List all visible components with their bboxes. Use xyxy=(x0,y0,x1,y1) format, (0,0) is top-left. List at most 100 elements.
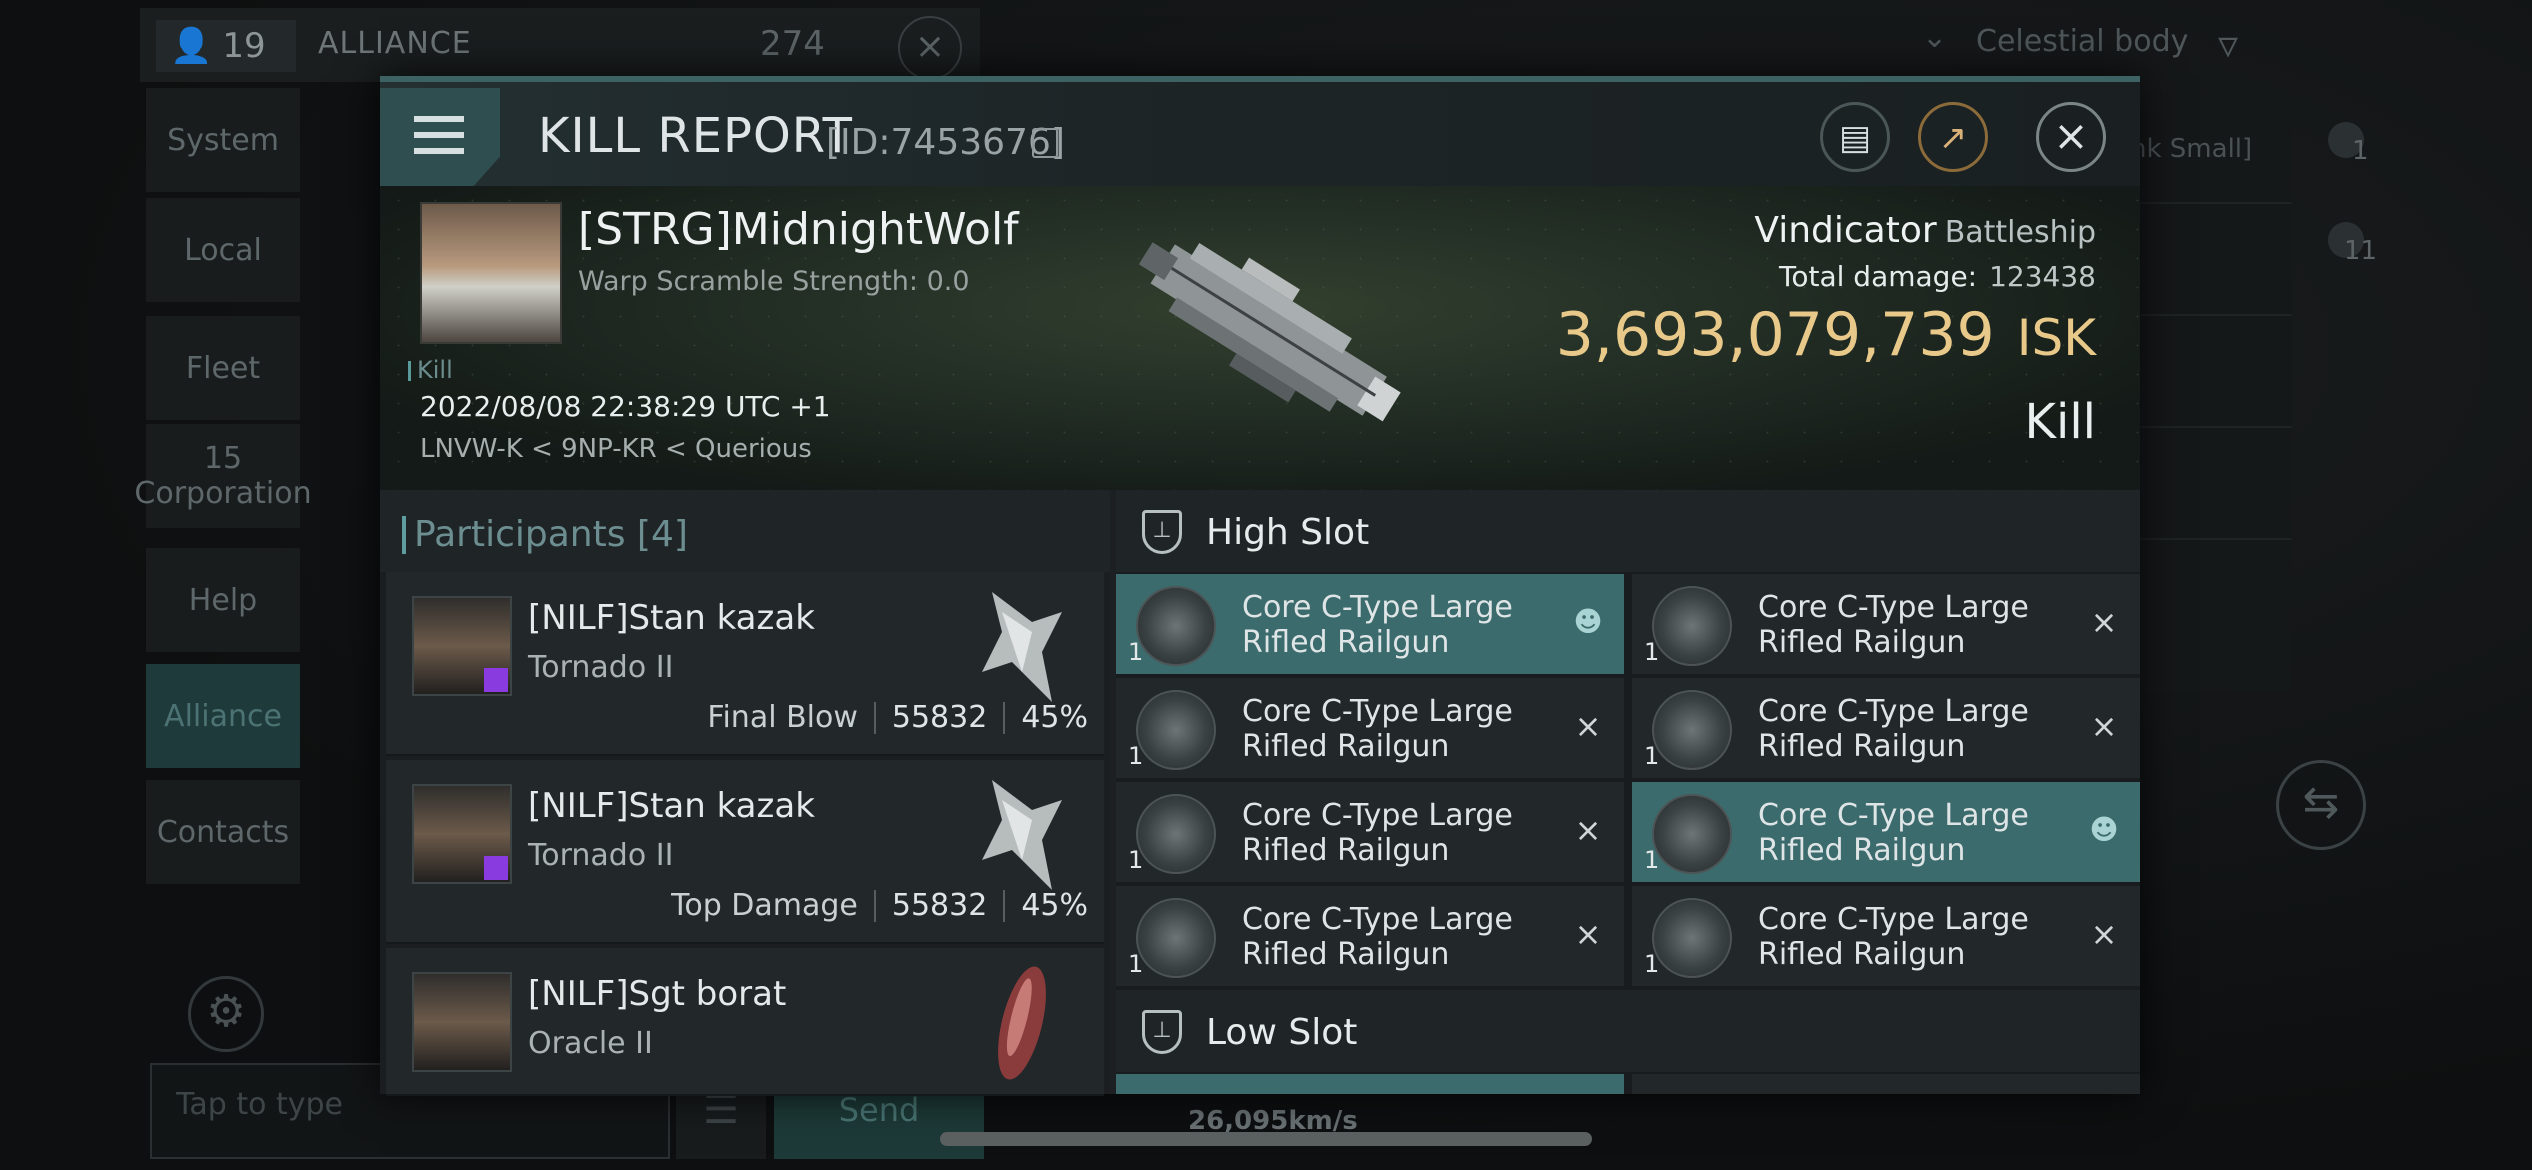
chevron-down-icon[interactable]: ⌄ xyxy=(1922,20,1947,55)
clipboard-button[interactable]: ▤ xyxy=(1820,102,1890,172)
swap-icon[interactable]: ⇆ xyxy=(2276,760,2366,850)
kill-result: Kill xyxy=(2024,394,2096,450)
module-item[interactable]: 1 Core C-Type Large Rifled Railgun × xyxy=(1116,678,1624,778)
participant-stats: Final Blow 55832 45% xyxy=(707,700,1088,735)
close-icon: × xyxy=(2053,111,2089,160)
close-button[interactable]: × xyxy=(2036,102,2106,172)
destroyed-x-icon: × xyxy=(1574,915,1602,953)
sidebar-item-fleet[interactable]: Fleet xyxy=(146,316,300,420)
kill-report-window: KILL REPORT [ID:7453676] ▤ ↗ × [STRG]Mid… xyxy=(380,76,2140,1096)
destroyed-x-icon: × xyxy=(1574,707,1602,745)
participant-ship: Oracle II xyxy=(528,1026,653,1061)
module-qty: 1 xyxy=(1644,846,1660,874)
member-count[interactable]: 👤 19 xyxy=(156,20,296,72)
participant-avatar xyxy=(412,972,512,1072)
overview-item-label: nk Small] xyxy=(2130,134,2253,164)
overview-row[interactable] xyxy=(2140,428,2292,540)
clipboard-icon: ▤ xyxy=(1838,118,1872,158)
home-indicator[interactable] xyxy=(940,1132,1592,1146)
module-name: Core C-Type Large Rifled Railgun xyxy=(1242,694,1513,764)
filter-icon[interactable]: ▿ xyxy=(2218,22,2262,68)
participant-role: Final Blow xyxy=(707,700,858,735)
participant-avatar xyxy=(412,784,512,884)
module-qty: 1 xyxy=(1128,742,1144,770)
ship-class: Battleship xyxy=(1944,215,2096,250)
railgun-icon xyxy=(1136,794,1216,874)
participants-count: [4] xyxy=(636,514,688,555)
menu-button[interactable] xyxy=(380,88,500,186)
drone-count: 1 xyxy=(2352,136,2369,166)
module-item[interactable]: 1 Core C-Type Large Rifled Railgun × xyxy=(1632,678,2140,778)
copy-icon[interactable] xyxy=(1032,128,1058,158)
module-name: Core C-Type Large Rifled Railgun xyxy=(1242,590,1513,660)
high-slot-header: ⊥ High Slot xyxy=(1116,490,2140,572)
module-item[interactable]: 1 Core C-Type Large Rifled Railgun × xyxy=(1632,886,2140,986)
module-name: Core C-Type Large Rifled Railgun xyxy=(1758,902,2029,972)
module-item[interactable] xyxy=(1116,1074,1624,1094)
victim-ship: Vindicator Battleship xyxy=(1754,210,2096,251)
participants-header: Participants [4] xyxy=(380,490,1110,572)
participant-row[interactable]: [NILF]Stan kazak Tornado II Final Blow 5… xyxy=(386,572,1104,756)
ship-name[interactable]: Vindicator xyxy=(1754,210,1936,251)
victim-portrait[interactable] xyxy=(420,202,562,344)
participant-avatar xyxy=(412,596,512,696)
total-damage-label: Total damage: xyxy=(1779,260,1978,293)
high-slot-icon: ⊥ xyxy=(1142,510,1182,554)
module-qty: 1 xyxy=(1644,742,1660,770)
module-item[interactable]: 1 Core C-Type Large Rifled Railgun ☻ xyxy=(1632,782,2140,882)
sidebar-item-corporation[interactable]: 15 Corporation xyxy=(134,424,312,528)
destroyed-x-icon: × xyxy=(1574,811,1602,849)
module-name: Core C-Type Large Rifled Railgun xyxy=(1758,798,2029,868)
low-slot-header: ⊥ Low Slot xyxy=(1116,990,2140,1072)
participant-ship-image xyxy=(982,780,1062,890)
module-item[interactable]: 1 Core C-Type Large Rifled Railgun × xyxy=(1116,886,1624,986)
drone-count: 11 xyxy=(2344,236,2378,266)
sidebar-item-alliance[interactable]: Alliance xyxy=(146,664,300,768)
participant-row[interactable]: [NILF]Stan kazak Tornado II Top Damage 5… xyxy=(386,760,1104,944)
railgun-icon xyxy=(1136,690,1216,770)
fittings-panel: ⊥ High Slot 1 Core C-Type Large Rifled R… xyxy=(1116,490,2140,1094)
module-item[interactable]: 1 Core C-Type Large Rifled Railgun ☻ xyxy=(1116,574,1624,674)
victim-ship-image[interactable] xyxy=(1100,196,1430,476)
participant-row[interactable]: [NILF]Sgt borat Oracle II xyxy=(386,948,1104,1096)
module-item[interactable]: 1 Core C-Type Large Rifled Railgun × xyxy=(1632,574,2140,674)
chat-topbar: 👤 19 ALLIANCE 274 × xyxy=(140,8,980,82)
kill-report-id: [ID:7453676] xyxy=(826,122,1065,163)
low-slot-title: Low Slot xyxy=(1206,1012,1358,1053)
railgun-icon xyxy=(1652,794,1732,874)
sidebar-item-local[interactable]: Local xyxy=(146,198,300,302)
filter-label[interactable]: Celestial body xyxy=(1976,24,2188,59)
channel-close-icon[interactable]: × xyxy=(898,16,962,80)
participant-role: Top Damage xyxy=(671,888,858,923)
sidebar-item-contacts[interactable]: Contacts xyxy=(146,780,300,884)
overview-row[interactable] xyxy=(2140,204,2292,316)
menu-icon xyxy=(414,148,464,154)
menu-icon xyxy=(414,116,464,122)
overview-row[interactable] xyxy=(2140,316,2292,428)
module-item[interactable]: 1 Core C-Type Large Rifled Railgun × xyxy=(1116,782,1624,882)
participant-stats: Top Damage 55832 45% xyxy=(671,888,1088,923)
share-button[interactable]: ↗ xyxy=(1918,102,1988,172)
kill-tag: Kill xyxy=(408,356,453,384)
module-name: Core C-Type Large Rifled Railgun xyxy=(1758,694,2029,764)
sidebar-item-system[interactable]: System xyxy=(146,88,300,192)
sidebar-item-help[interactable]: Help xyxy=(146,548,300,652)
settings-gear-icon[interactable]: ⚙ xyxy=(188,976,264,1052)
module-item[interactable] xyxy=(1632,1074,2140,1094)
destroyed-x-icon: × xyxy=(2090,915,2118,953)
module-name: Core C-Type Large Rifled Railgun xyxy=(1758,590,2029,660)
pilot-icon: ☻ xyxy=(2089,813,2119,846)
participant-damage: 55832 xyxy=(891,700,988,735)
isk-value: 3,693,079,739 ISK xyxy=(1556,300,2096,370)
participant-name: [NILF]Stan kazak xyxy=(528,598,815,638)
pilot-icon: ☻ xyxy=(1573,605,1603,638)
participants-label: Participants xyxy=(414,514,626,555)
participant-pct: 45% xyxy=(1021,888,1088,923)
kill-report-header: KILL REPORT [ID:7453676] ▤ ↗ × xyxy=(380,76,2140,192)
victim-name[interactable]: [STRG]MidnightWolf xyxy=(578,204,1019,255)
low-slot-icon: ⊥ xyxy=(1142,1010,1182,1054)
high-slot-title: High Slot xyxy=(1206,512,1370,553)
module-name: Core C-Type Large Rifled Railgun xyxy=(1242,798,1513,868)
module-qty: 1 xyxy=(1644,638,1660,666)
share-icon: ↗ xyxy=(1938,118,1968,158)
